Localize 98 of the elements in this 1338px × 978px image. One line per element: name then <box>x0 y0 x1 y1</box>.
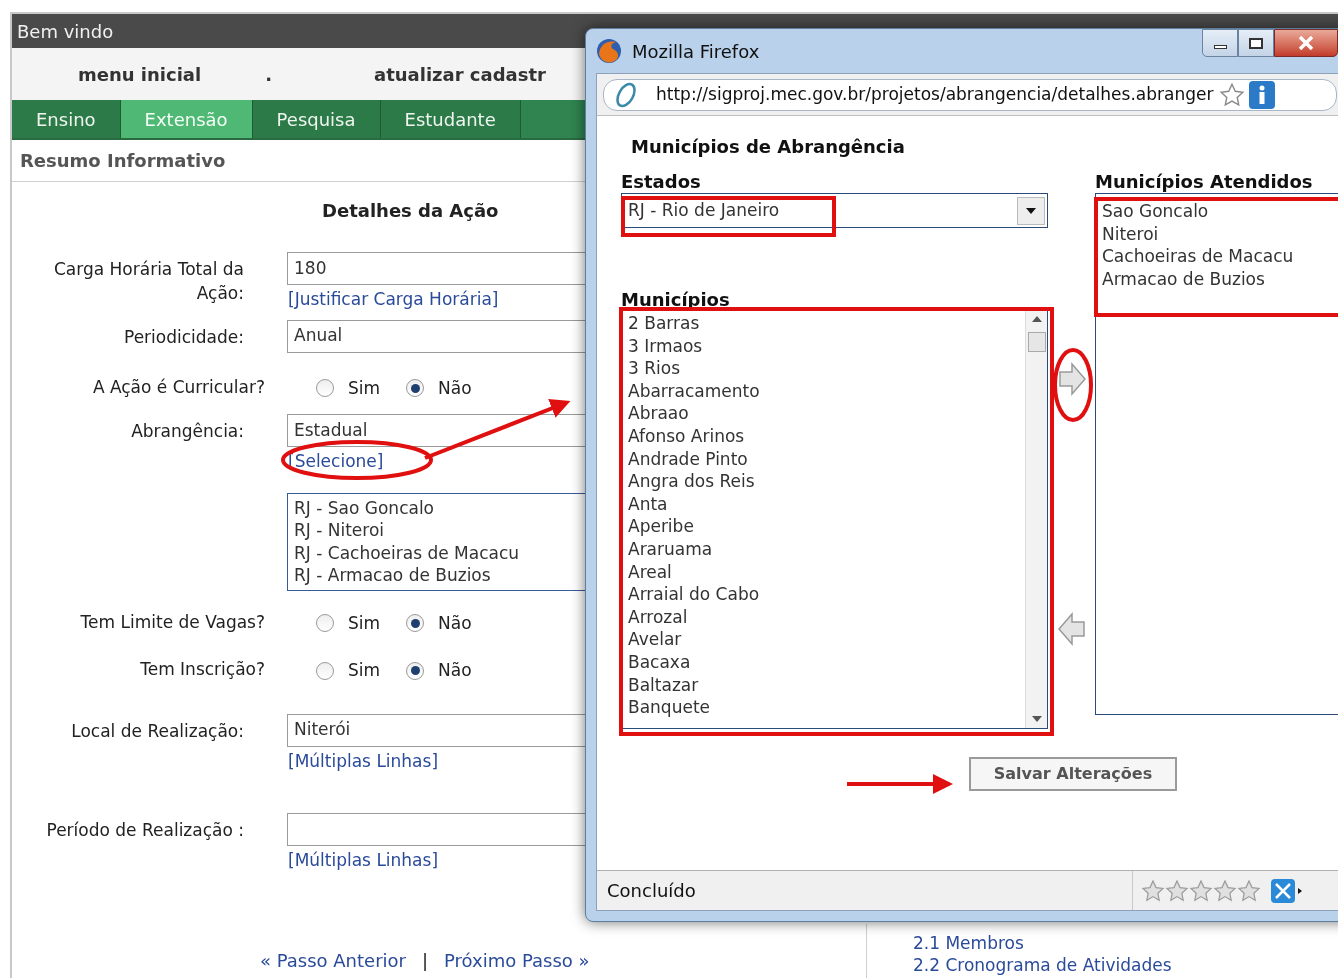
tab[interactable]: Pesquisa <box>252 100 381 138</box>
list-item[interactable]: Cachoeiras de Macacu <box>1102 245 1338 268</box>
list-item[interactable]: Angra dos Reis <box>628 470 1025 493</box>
field-label: Carga Horária Total da Ação: <box>53 259 244 303</box>
link[interactable]: [Múltiplas Linhas] <box>288 748 587 774</box>
radio-label: Sim <box>348 611 381 635</box>
list-item[interactable]: Aperibe <box>628 515 1025 538</box>
info-icon[interactable] <box>1249 80 1276 109</box>
field-label: A Ação é Curricular? <box>92 376 265 397</box>
next-step-link[interactable]: Próximo Passo » <box>444 947 590 974</box>
list-item[interactable]: Niteroi <box>1102 222 1338 246</box>
text-field[interactable]: Niterói <box>287 713 587 747</box>
list-item[interactable]: Afonso Arinos <box>628 424 1025 448</box>
list-item[interactable]: Arraial do Cabo <box>628 583 1025 606</box>
list-item[interactable]: Avelar <box>628 628 1025 651</box>
link[interactable]: [Justificar Carga Horária] <box>288 287 587 313</box>
radio-button[interactable] <box>406 661 425 680</box>
previous-step-link[interactable]: « Passo Anterior <box>260 947 406 974</box>
maximize-button[interactable] <box>1238 29 1274 57</box>
field-label: Municípios <box>621 288 730 312</box>
close-icon <box>1298 36 1314 50</box>
star-rating[interactable] <box>1141 878 1261 903</box>
list-item[interactable]: Banquete <box>628 696 1025 719</box>
field-label: Abrangência: <box>131 421 244 441</box>
list-item[interactable]: Anta <box>628 492 1025 516</box>
text-field[interactable]: Anual <box>287 319 587 353</box>
radio-label: Não <box>438 659 472 682</box>
arrow-left-icon[interactable] <box>1057 612 1087 646</box>
link-separator: | <box>421 949 429 973</box>
list-box[interactable]: RJ - Sao Goncalo RJ - Niteroi RJ - Cachoeiras de Macacu RJ - Armacao de Buzios <box>287 492 587 591</box>
window-title: Mozilla Firefox <box>632 39 760 64</box>
scroll-thumb[interactable] <box>1027 332 1046 352</box>
text-field[interactable]: Estadual <box>287 414 587 447</box>
field-label: Tem Inscrição? <box>140 659 265 679</box>
url-text: http://sigproj.mec.gov.br/projetos/abrangencia/detalhes.abranger <box>656 82 1214 106</box>
side-link[interactable]: 2.1 Membros <box>913 932 1338 954</box>
municipality-list[interactable]: 2 Barras 3 Irmaos 3 Rios Abarracamento Abraao Afonso Arinos Andrade Pinto Angra dos Reis Anta Aperibe Araruama Areal Arraial do Cabo Arrozal Avelar Bacaxa Baltazar Banquete <box>621 309 1048 729</box>
state-select[interactable]: RJ - Rio de Janeiro <box>621 193 1048 228</box>
radio-label: Não <box>438 376 472 400</box>
field-label: Período de Realização : <box>46 820 244 840</box>
field-label: Municípios Atendidos <box>1095 170 1313 194</box>
list-item[interactable]: Arrozal <box>628 605 1025 629</box>
scrollbar[interactable] <box>1025 310 1047 728</box>
radio-label: Não <box>438 611 472 635</box>
minimize-button[interactable] <box>1202 29 1238 57</box>
radio-button[interactable] <box>316 379 334 398</box>
list-item[interactable]: RJ - Sao Goncalo <box>294 496 580 519</box>
scroll-up-icon[interactable] <box>1031 316 1042 322</box>
list-item[interactable]: 3 Rios <box>628 357 1025 380</box>
list-item[interactable]: Bacaxa <box>628 650 1025 674</box>
text-field[interactable] <box>287 813 587 846</box>
list-item[interactable]: RJ - Niteroi <box>294 519 580 542</box>
list-item[interactable]: Sao Goncalo <box>1102 200 1338 223</box>
radio-label: Sim <box>348 376 381 400</box>
list-item[interactable]: Andrade Pinto <box>628 447 1025 471</box>
popup-heading: Municípios de Abrangência <box>631 135 905 159</box>
link[interactable]: [Selecione] <box>288 449 587 475</box>
address-field[interactable]: http://sigproj.mec.gov.br/projetos/abrangencia/detalhes.abranger <box>603 78 1337 111</box>
menu-link[interactable]: atualizar cadastr <box>374 60 546 88</box>
radio-button[interactable] <box>406 614 425 633</box>
star-icon[interactable] <box>1219 81 1246 108</box>
list-item[interactable]: 3 Irmaos <box>628 334 1025 358</box>
list-item[interactable]: Baltazar <box>628 673 1025 697</box>
list-item[interactable]: 2 Barras <box>628 312 1025 335</box>
form-title: Detalhes da Ação <box>322 200 499 221</box>
list-item[interactable]: Armacao de Buzios <box>1102 267 1338 291</box>
header-title: Bem vindo <box>17 19 114 44</box>
menu-link[interactable]: . <box>265 60 272 88</box>
dropdown-arrow-icon <box>1026 207 1036 214</box>
fox-globe-icon <box>596 38 622 64</box>
menu-link[interactable]: menu inicial <box>78 60 202 88</box>
served-list[interactable]: Sao Goncalo Niteroi Cachoeiras de Macacu Armacao de Buzios <box>1095 193 1338 715</box>
list-item[interactable]: Araruama <box>628 537 1025 561</box>
radio-label: Sim <box>348 659 381 682</box>
close-button[interactable] <box>1274 29 1338 57</box>
list-item[interactable]: RJ - Cachoeiras de Macacu <box>294 541 580 564</box>
field-label: Estados <box>621 170 701 194</box>
field-label: Tem Limite de Vagas? <box>80 611 265 632</box>
field-label: Local de Realização: <box>71 720 244 741</box>
radio-button[interactable] <box>406 379 425 398</box>
tab[interactable]: Ensino <box>12 100 121 138</box>
arrow-right-icon[interactable] <box>1057 362 1087 396</box>
text-field[interactable]: 180 <box>287 252 587 285</box>
scroll-down-icon[interactable] <box>1031 716 1042 722</box>
radio-button[interactable] <box>316 661 334 680</box>
list-item[interactable]: Areal <box>628 560 1025 584</box>
save-button[interactable]: Salvar Alterações <box>969 757 1177 791</box>
side-link[interactable]: 2.2 Cronograma de Atividades <box>913 954 1338 976</box>
radio-button[interactable] <box>316 614 334 633</box>
list-item[interactable]: Abarracamento <box>628 379 1025 403</box>
list-item[interactable]: RJ - Armacao de Buzios <box>294 564 580 587</box>
tab[interactable]: Estudante <box>380 100 521 138</box>
addon-icon[interactable] <box>1271 878 1303 903</box>
status-text: Concluído <box>607 879 696 903</box>
list-item[interactable]: Abraao <box>628 402 1025 425</box>
link[interactable]: [Múltiplas Linhas] <box>288 848 587 874</box>
section-title: Resumo Informativo <box>20 149 226 173</box>
field-label: Periodicidade: <box>124 326 244 347</box>
